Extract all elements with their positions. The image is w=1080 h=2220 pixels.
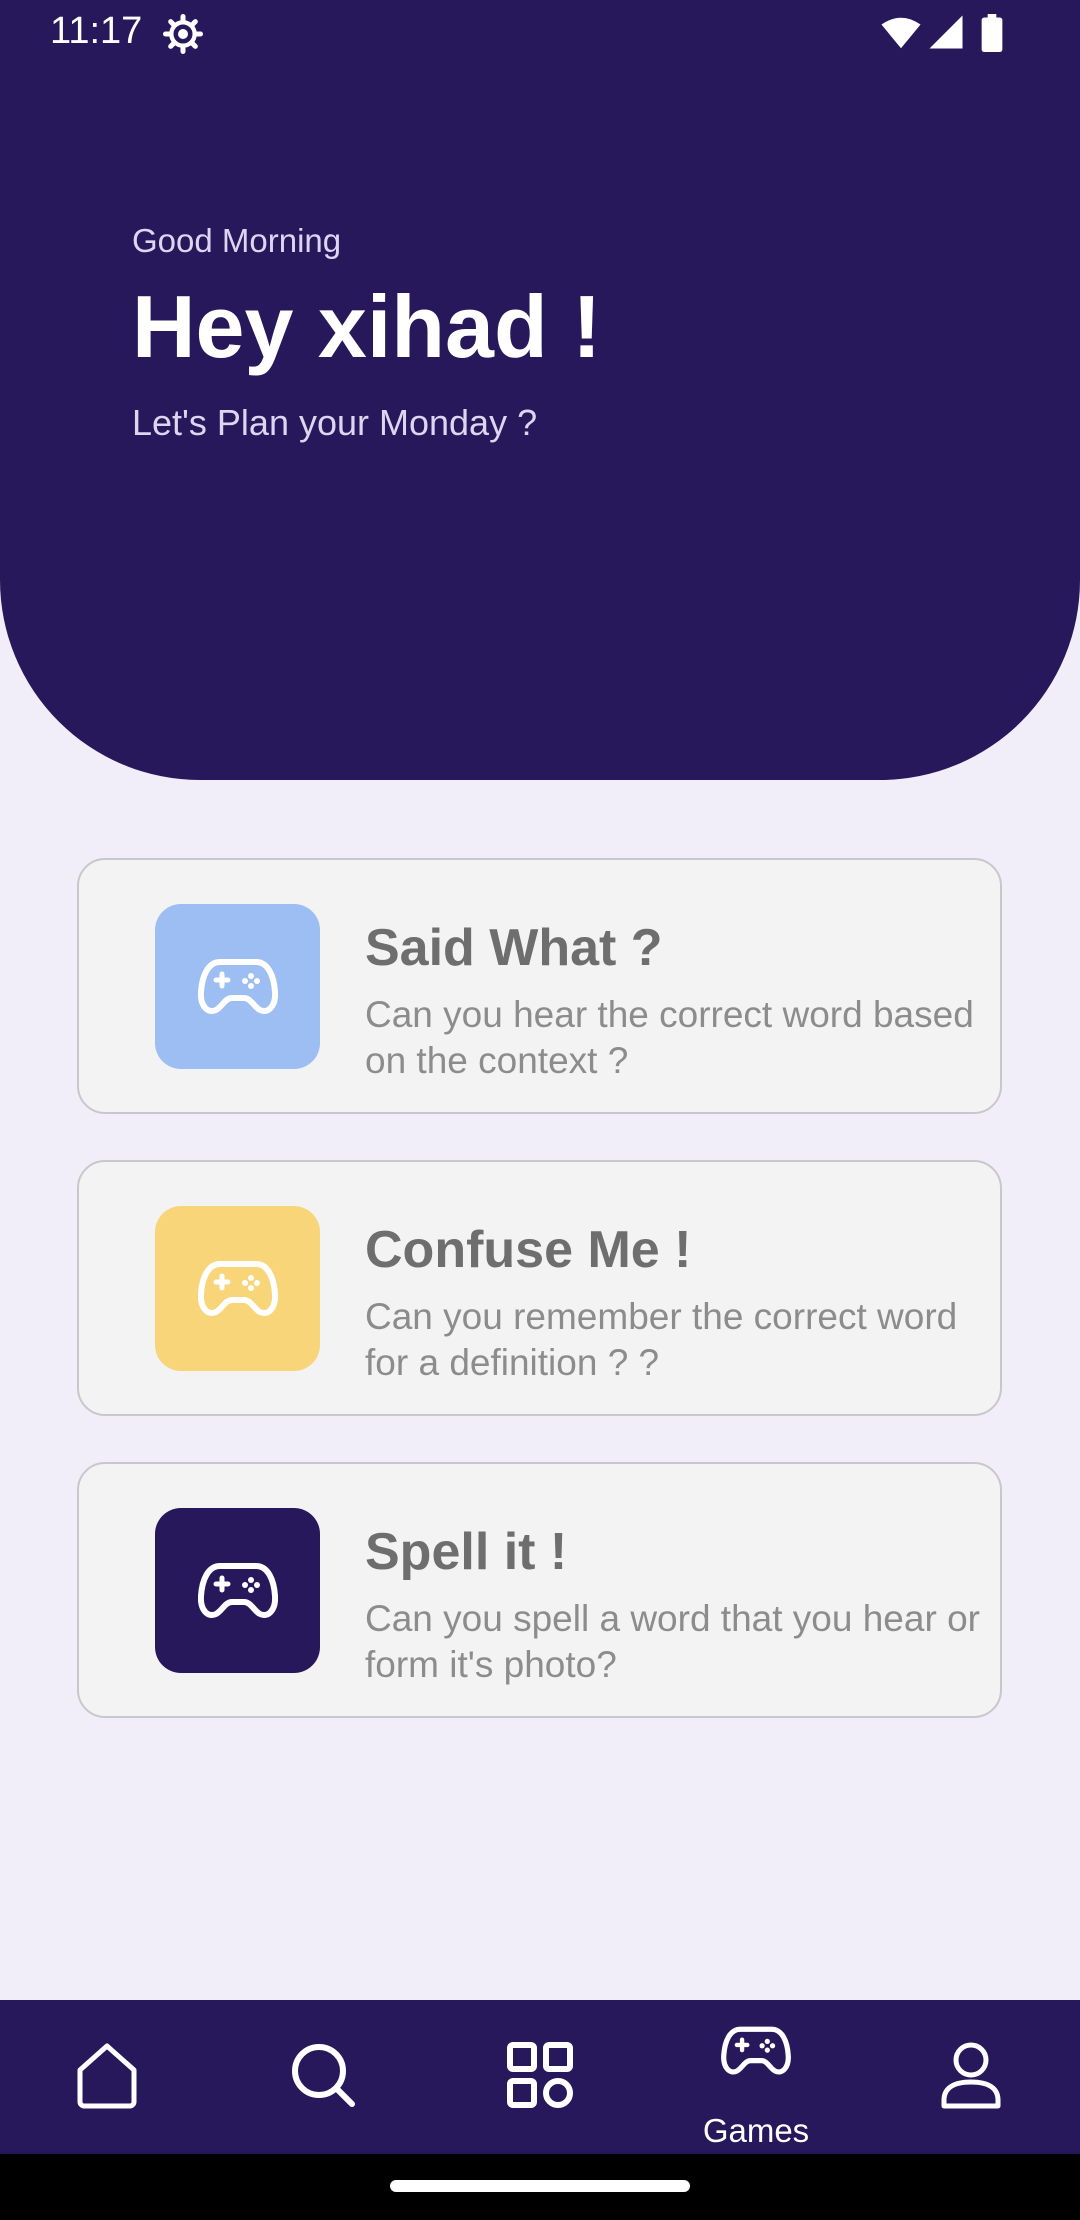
gamepad-icon (197, 958, 278, 1014)
game-card-said-what[interactable]: Said What ? Can you hear the correct wor… (77, 858, 1002, 1114)
game-card-confuse-me[interactable]: Confuse Me ! Can you remember the correc… (77, 1160, 1002, 1416)
search-icon (292, 2044, 355, 2107)
card-description: Can you spell a word that you hear or fo… (365, 1598, 980, 1685)
settings-gear-icon (163, 14, 203, 54)
gamepad-icon (197, 1260, 278, 1316)
header-banner (0, 0, 1080, 780)
system-nav-bar (0, 2154, 1080, 2220)
nav-games-label: Games (702, 2112, 810, 2149)
status-time: 11:17 (50, 10, 143, 52)
card-title: Spell it ! (365, 1523, 568, 1581)
nav-home[interactable] (32, 2000, 182, 2154)
card-icon-box (155, 1206, 320, 1371)
battery-icon (981, 14, 1003, 52)
bottom-nav: Games (0, 2000, 1080, 2154)
card-icon-box (155, 1508, 320, 1673)
status-bar: 11:17 (0, 0, 1080, 66)
wifi-icon (881, 17, 921, 49)
gamepad-icon (197, 1562, 278, 1618)
card-title: Confuse Me ! (365, 1221, 692, 1279)
nav-games[interactable]: Games (681, 2000, 831, 2154)
home-gesture-handle[interactable] (390, 2180, 690, 2192)
grid-icon (507, 2042, 573, 2108)
profile-icon (941, 2042, 1001, 2109)
card-title: Said What ? (365, 919, 663, 977)
page-subtitle: Let's Plan your Monday ? (132, 402, 538, 443)
nav-categories[interactable] (465, 2000, 615, 2154)
greeting-text: Good Morning (132, 222, 342, 259)
nav-search[interactable] (248, 2000, 398, 2154)
home-icon (77, 2043, 137, 2109)
gamepad-icon (721, 2026, 791, 2075)
nav-profile[interactable] (896, 2000, 1046, 2154)
game-card-spell-it[interactable]: Spell it ! Can you spell a word that you… (77, 1462, 1002, 1718)
card-description: Can you remember the correct word for a … (365, 1296, 958, 1383)
card-icon-box (155, 904, 320, 1069)
page-title: Hey xihad ! (132, 277, 602, 376)
card-description: Can you hear the correct word based on t… (365, 994, 974, 1081)
cell-signal-icon (929, 15, 963, 49)
